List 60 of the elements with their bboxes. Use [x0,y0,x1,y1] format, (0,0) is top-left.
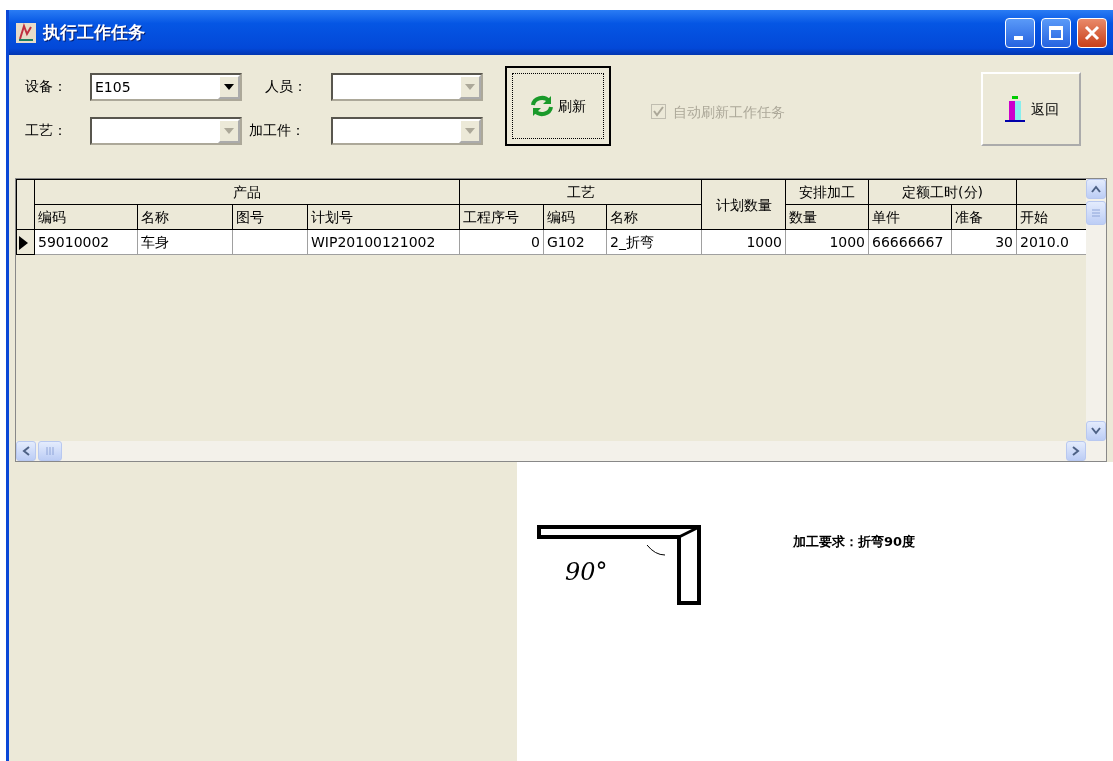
close-icon [1084,24,1100,41]
refresh-button[interactable]: 刷新 [505,66,611,146]
maximize-button[interactable] [1041,17,1071,48]
column-header: 名称 [610,209,638,225]
table-cell: WIP20100121002 [311,234,436,250]
table-cell: 66666667 [872,234,944,250]
scroll-right-button[interactable] [1066,441,1086,461]
app-icon [15,21,37,44]
table-cell: 59010002 [38,234,110,250]
dropdown-field[interactable]: E105 [90,73,242,101]
field-label: 人员： [265,77,307,96]
caret-icon [224,128,234,134]
scroll-thumb[interactable] [38,441,62,461]
vertical-scrollbar[interactable] [1086,179,1106,441]
column-header: 工程序号 [463,209,519,225]
column-header: 安排加工 [799,184,856,200]
table-cell: 2_折弯 [610,234,654,250]
caret-icon [465,84,475,90]
column-header: 编码 [547,209,575,225]
exit-door-icon [1003,95,1027,123]
field-label: 工艺： [25,121,67,140]
table-cell: 30 [995,234,1014,250]
maximize-icon [1048,24,1064,41]
scroll-thumb[interactable] [1086,201,1106,225]
scroll-up-button[interactable] [1086,179,1106,199]
window-title: 执行工作任务 [43,20,145,44]
table-cell: G102 [547,234,585,250]
minimize-icon [1013,35,1023,40]
dropdown-value: E105 [95,77,131,97]
column-header: 计划号 [311,209,353,225]
table-cell: 0 [531,234,540,250]
column-header: 单件 [872,209,901,225]
column-header: 数量 [789,209,818,225]
column-header: 定额工时(分) [902,184,983,200]
horizontal-scrollbar[interactable] [16,441,1106,461]
table-cell: 车身 [141,234,169,250]
column-header: 产品 [233,184,261,200]
caret-icon [465,128,475,134]
table-cell: 1000 [746,234,783,250]
field-label: 加工件： [249,121,305,140]
column-header: 开始 [1020,209,1049,225]
column-header: 计划数量 [715,196,772,213]
column-header: 工艺 [566,184,595,200]
column-header: 准备 [955,209,984,225]
column-header: 名称 [141,209,169,225]
caret-icon [224,84,234,90]
back-button[interactable]: 返回 [981,72,1081,146]
scroll-down-button[interactable] [1086,421,1106,441]
table-cell: 1000 [829,234,866,250]
close-button[interactable] [1077,17,1107,48]
column-header: 编码 [38,209,66,225]
checkbox-label: 自动刷新工作任务 [673,103,785,122]
column-header: 图号 [236,209,264,225]
field-label: 设备： [25,77,67,96]
scroll-left-button[interactable] [16,441,36,461]
refresh-icon [530,95,554,117]
processing-note: 加工要求：折弯90度 [793,533,916,551]
table-cell: 2010.0 [1020,234,1070,250]
minimize-button[interactable] [1005,17,1035,48]
angle-label: 90° [565,557,608,588]
